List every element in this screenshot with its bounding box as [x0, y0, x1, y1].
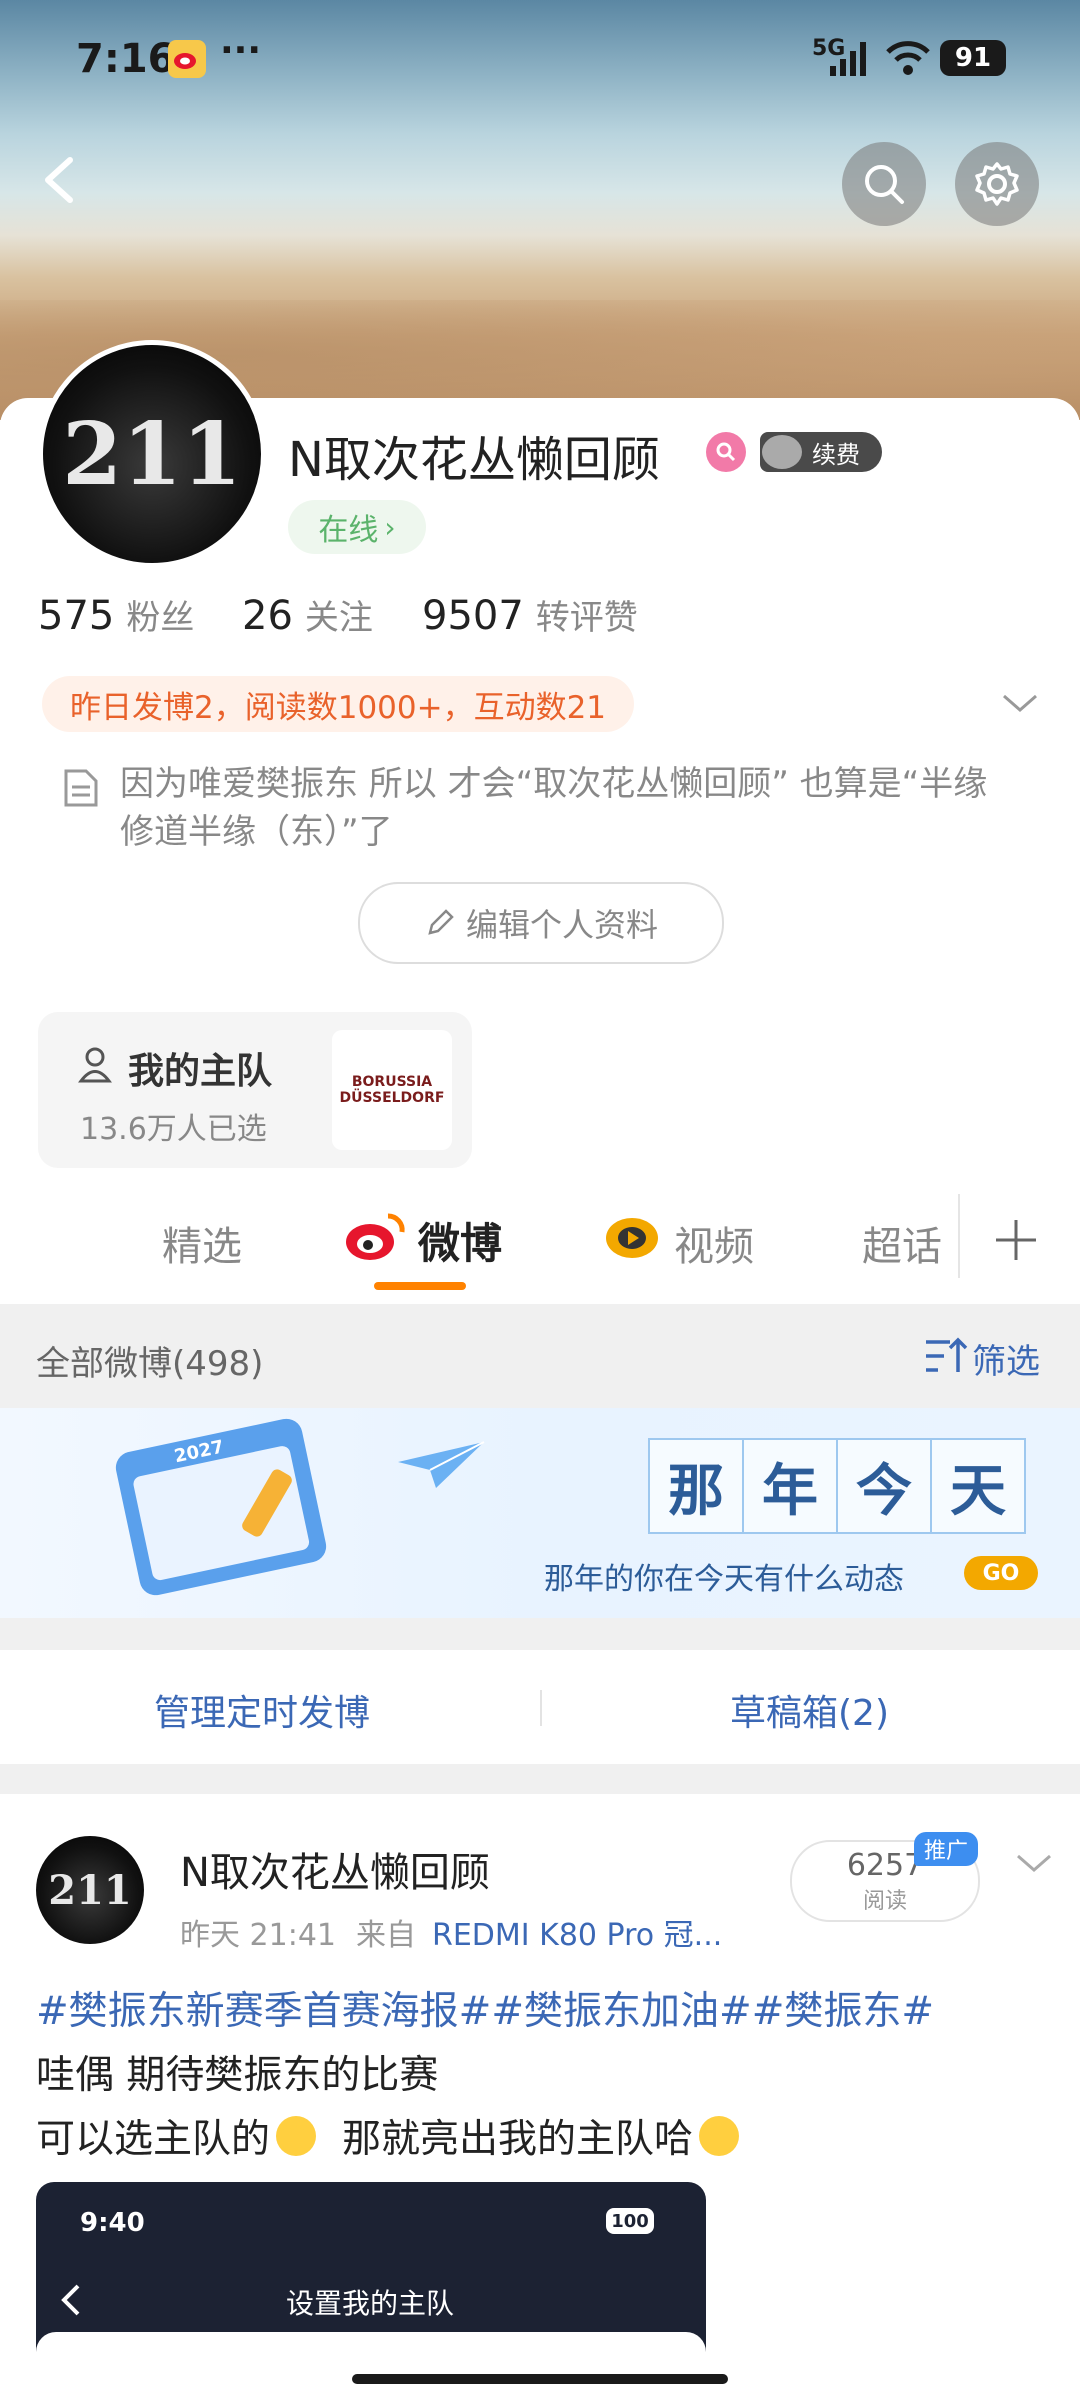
- interactions-stat[interactable]: 9507 转评赞: [422, 590, 638, 639]
- section-separator-2: [0, 1764, 1080, 1794]
- scheduled-posts-button[interactable]: 管理定时发博: [154, 1684, 370, 1736]
- chevron-right-icon: ›: [384, 510, 396, 544]
- team-logo: BORUSSIA DÜSSELDORF: [332, 1030, 452, 1150]
- tab-divider: [958, 1194, 960, 1278]
- shield-person-icon: [78, 1046, 112, 1088]
- heart-eyes-emoji-icon: [699, 2116, 740, 2156]
- paper-plane-icon: [396, 1438, 486, 1498]
- all-posts-count[interactable]: 全部微博(498): [36, 1336, 263, 1385]
- weibo-logo-icon: [344, 1210, 406, 1268]
- following-stat[interactable]: 26 关注: [242, 590, 373, 639]
- tab-video[interactable]: 视频: [674, 1214, 754, 1272]
- team-count: 13.6万人已选: [80, 1112, 267, 1147]
- read-count: 6257: [846, 1847, 924, 1883]
- drafts-button[interactable]: 草稿箱(2): [730, 1684, 889, 1736]
- promote-badge[interactable]: 推广: [914, 1832, 978, 1866]
- active-tab-indicator: [374, 1282, 466, 1290]
- post-source-prefix: 来自: [356, 1918, 416, 1953]
- following-label: 关注: [304, 598, 373, 638]
- post-menu-chevron-icon[interactable]: [1014, 1850, 1054, 1882]
- yesterday-summary-text: 昨日发博2，阅读数1000+，互动数21: [70, 689, 607, 726]
- profile-name: N取次花丛懒回顾: [288, 432, 660, 488]
- embedded-back-icon: [56, 2282, 86, 2322]
- on-this-day-subtitle: 那年的你在今天有什么动态: [544, 1562, 904, 1597]
- post-line-2b: 那就亮出我的主队哈: [342, 2117, 694, 2162]
- title-char-4: 天: [932, 1438, 1026, 1534]
- embedded-title: 设置我的主队: [286, 2287, 455, 2320]
- my-team-card[interactable]: 我的主队 13.6万人已选 BORUSSIA DÜSSELDORF: [38, 1012, 472, 1168]
- bio-icon: [62, 768, 100, 812]
- settings-button[interactable]: [955, 142, 1039, 226]
- post-line-2a: 可以选主队的: [36, 2117, 271, 2162]
- plus-icon: [996, 1220, 1036, 1260]
- following-count: 26: [242, 593, 293, 639]
- edit-profile-label: 编辑个人资料: [465, 906, 658, 944]
- tab-supertopic[interactable]: 超话: [862, 1214, 942, 1272]
- post-hashtags[interactable]: #樊振东新赛季首赛海报##樊振东加油##樊振东#: [36, 1980, 934, 2036]
- title-char-3: 今: [838, 1438, 932, 1534]
- vip-label: 续费: [812, 440, 860, 469]
- avatar-text: 211: [62, 403, 242, 505]
- post-avatar-text: 211: [48, 1866, 132, 1914]
- expand-chevron-icon[interactable]: [1000, 690, 1040, 722]
- status-more: ···: [220, 30, 262, 71]
- wifi-icon: [884, 40, 932, 80]
- interactions-count: 9507: [422, 593, 524, 639]
- heart-hands-emoji-icon: [276, 2116, 317, 2156]
- post-meta: 昨天 21:41 来自: [180, 1910, 416, 1954]
- title-char-2: 年: [744, 1438, 838, 1534]
- signal-icon: [826, 42, 874, 80]
- post-time: 昨天 21:41: [180, 1918, 336, 1953]
- followers-label: 粉丝: [126, 598, 195, 638]
- verified-badge-icon[interactable]: [706, 432, 746, 472]
- add-tab-button[interactable]: [994, 1218, 1038, 1266]
- team-logo-line2: DÜSSELDORF: [339, 1090, 445, 1106]
- yesterday-summary-banner[interactable]: 昨日发博2，阅读数1000+，互动数21: [42, 676, 635, 732]
- title-char-1: 那: [648, 1438, 744, 1534]
- interactions-label: 转评赞: [535, 598, 638, 638]
- on-this-day-banner[interactable]: 2027 那 年 今 天 那年的你在今天有什么动态 GO: [0, 1408, 1080, 1618]
- post-author-name[interactable]: N取次花丛懒回顾: [180, 1840, 490, 1898]
- chevron-left-icon: [45, 157, 73, 203]
- online-label: 在线: [318, 513, 379, 548]
- post-author-avatar[interactable]: 211: [36, 1836, 144, 1944]
- on-this-day-title: 那 年 今 天: [648, 1438, 1026, 1534]
- post-line-2: 可以选主队的 那就亮出我的主队哈: [36, 2108, 740, 2164]
- crown-icon: [762, 435, 802, 469]
- video-icon: [604, 1214, 660, 1266]
- team-logo-line1: BORUSSIA: [351, 1074, 433, 1090]
- post-line-1: 哇偶 期待樊振东的比赛: [36, 2053, 439, 2098]
- filter-button[interactable]: 筛选: [972, 1334, 1040, 1383]
- gear-icon: [975, 162, 1019, 206]
- vip-renew-badge[interactable]: 续费: [760, 432, 882, 472]
- action-divider: [540, 1690, 542, 1726]
- profile-bio: 因为唯爱樊振东 所以 才会“取次花丛懒回顾” 也算是“半缘修道半缘（东）”了: [120, 764, 988, 852]
- edit-profile-button[interactable]: 编辑个人资料: [358, 882, 724, 964]
- tab-featured[interactable]: 精选: [162, 1214, 242, 1272]
- embedded-battery: 100: [606, 2208, 654, 2234]
- filter-icon: [924, 1336, 968, 1380]
- followers-stat[interactable]: 575 粉丝: [38, 590, 194, 639]
- online-status-button[interactable]: 在线 ›: [288, 500, 426, 554]
- post-source[interactable]: REDMI K80 Pro 冠...: [432, 1910, 722, 1954]
- section-separator: [0, 1618, 1080, 1650]
- search-button[interactable]: [842, 142, 926, 226]
- calendar-illustration: 2027: [112, 1415, 330, 1599]
- status-time: 7:16: [76, 36, 176, 82]
- embedded-time: 9:40: [80, 2208, 145, 2238]
- pencil-icon: [428, 909, 454, 935]
- battery-indicator: 91: [940, 40, 1006, 76]
- home-indicator: [352, 2374, 728, 2384]
- read-count-label: 阅读: [862, 1888, 907, 1914]
- embedded-sheet: [36, 2332, 706, 2400]
- profile-avatar[interactable]: 211: [38, 340, 266, 568]
- tab-weibo[interactable]: 微博: [418, 1210, 502, 1271]
- search-icon: [865, 165, 904, 204]
- go-button[interactable]: GO: [964, 1556, 1038, 1590]
- post-image[interactable]: 9:40 100 设置我的主队: [36, 2182, 706, 2400]
- followers-count: 575: [38, 593, 115, 639]
- weibo-app-icon: [168, 40, 206, 78]
- team-title: 我的主队: [128, 1051, 273, 1092]
- back-button[interactable]: [30, 150, 90, 210]
